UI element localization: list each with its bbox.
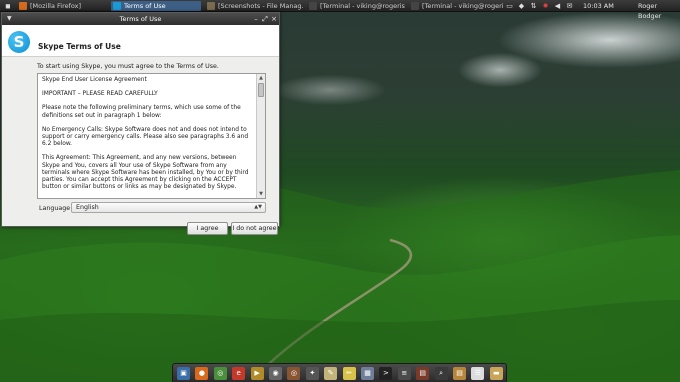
firefox-icon [19,2,27,10]
eula-content: Skype End User License Agreement IMPORTA… [42,77,255,198]
dialog-title: Terms of Use [119,15,162,23]
folder-icon [207,2,215,10]
skype-logo-icon: S [8,31,30,53]
header-title: Skype Terms of Use [38,42,121,51]
browser-e-icon[interactable]: e [232,367,246,380]
taskbar-item-terminal-2[interactable]: [Terminal - viking@rogeris... [409,1,503,11]
document-icon[interactable]: ☰ [471,367,485,380]
eula-paragraph: Skype End User License Agreement [42,77,147,83]
clock[interactable]: 10:03 AM [583,1,614,11]
eula-scrollbar[interactable]: ▲ ▼ [256,74,265,198]
volume-icon[interactable]: ◀ [553,2,562,10]
editor-icon[interactable]: ✎ [324,367,338,380]
mail-icon[interactable]: ✉ [565,2,574,10]
taskbar-item-firefox[interactable]: [Mozilla Firefox] [17,1,107,11]
close-icon[interactable]: × [270,13,278,25]
alert-icon[interactable]: ✹ [541,2,550,10]
terminal-icon[interactable]: > [379,367,393,380]
minimize-icon[interactable]: – [252,13,260,25]
taskbar-item-terminal-1[interactable]: [Terminal - viking@rogeris... [307,1,405,11]
media-icon[interactable]: ▶ [250,367,264,380]
image-viewer-icon[interactable]: ▣ [177,367,190,380]
language-value: English [76,204,99,211]
applications-menu-icon[interactable]: ◼ [2,1,14,11]
terminal-icon [309,2,317,10]
eula-text-area[interactable]: Skype End User License Agreement IMPORTA… [37,73,266,199]
scrollbar-thumb[interactable] [258,83,264,97]
eula-paragraph: Please note the following preliminary te… [42,105,241,119]
language-label: Language [39,205,71,212]
taskbar-item-terms-of-use[interactable]: Terms of Use [111,1,201,11]
terminal-icon [411,2,419,10]
disagree-button[interactable]: I do not agree [231,222,278,235]
eula-paragraph: IMPORTANT – PLEASE READ CAREFULLY [42,91,158,98]
dialog-titlebar[interactable]: ▼ Terms of Use – ⤢ × [2,13,279,25]
scroll-down-icon[interactable]: ▼ [257,190,265,198]
scroll-up-icon[interactable]: ▲ [257,74,265,82]
taskbar-item-file-manager[interactable]: [Screenshots - File Manag... [205,1,303,11]
system-monitor-icon[interactable]: ≡ [397,367,411,380]
firefox-icon[interactable]: ● [195,367,209,380]
top-panel: ◼ [Mozilla Firefox] Terms of Use [Screen… [0,0,680,20]
maximize-icon[interactable]: ⤢ [261,13,269,25]
search-icon[interactable]: ⌕ [434,367,448,380]
network-manager-icon[interactable]: ▦ [361,367,374,380]
language-select[interactable]: English ▲▼ [71,202,266,213]
archive-icon[interactable]: ▤ [453,367,466,380]
pencil-icon[interactable]: ✏ [342,367,356,380]
terms-of-use-dialog: ▼ Terms of Use – ⤢ × S Skype Terms of Us… [1,12,280,235]
network-icon[interactable]: ⇅ [529,2,538,10]
shield-icon[interactable]: ◆ [517,2,526,10]
intro-text: To start using Skype, you must agree to … [37,63,219,70]
clapper-icon[interactable]: ✦ [305,367,319,380]
chevron-down-icon: ▲▼ [254,204,262,210]
task-manager-icon[interactable]: ▤ [416,367,430,380]
disc-icon[interactable]: ◉ [269,367,282,380]
user-name[interactable]: Roger Bodger [638,1,680,21]
chrome-icon[interactable]: ◎ [213,367,227,380]
skype-icon [113,2,121,10]
battery-icon[interactable]: ▭ [505,2,514,10]
dialog-header: S Skype Terms of Use [2,25,279,57]
webcam-icon[interactable]: ◎ [287,367,301,380]
bottom-dock: ▣ ● ◎ e ▶ ◉ ◎ ✦ ✎ ✏ ▦ > ≡ ▤ ⌕ ▤ ☰ ▬ [172,363,507,382]
file-manager-icon[interactable]: ▬ [489,367,503,380]
eula-paragraph: No Emergency Calls: Skype Software does … [42,126,249,148]
agree-button[interactable]: I agree [187,222,228,235]
eula-paragraph: This Agreement: This Agreement, and any … [42,155,249,191]
